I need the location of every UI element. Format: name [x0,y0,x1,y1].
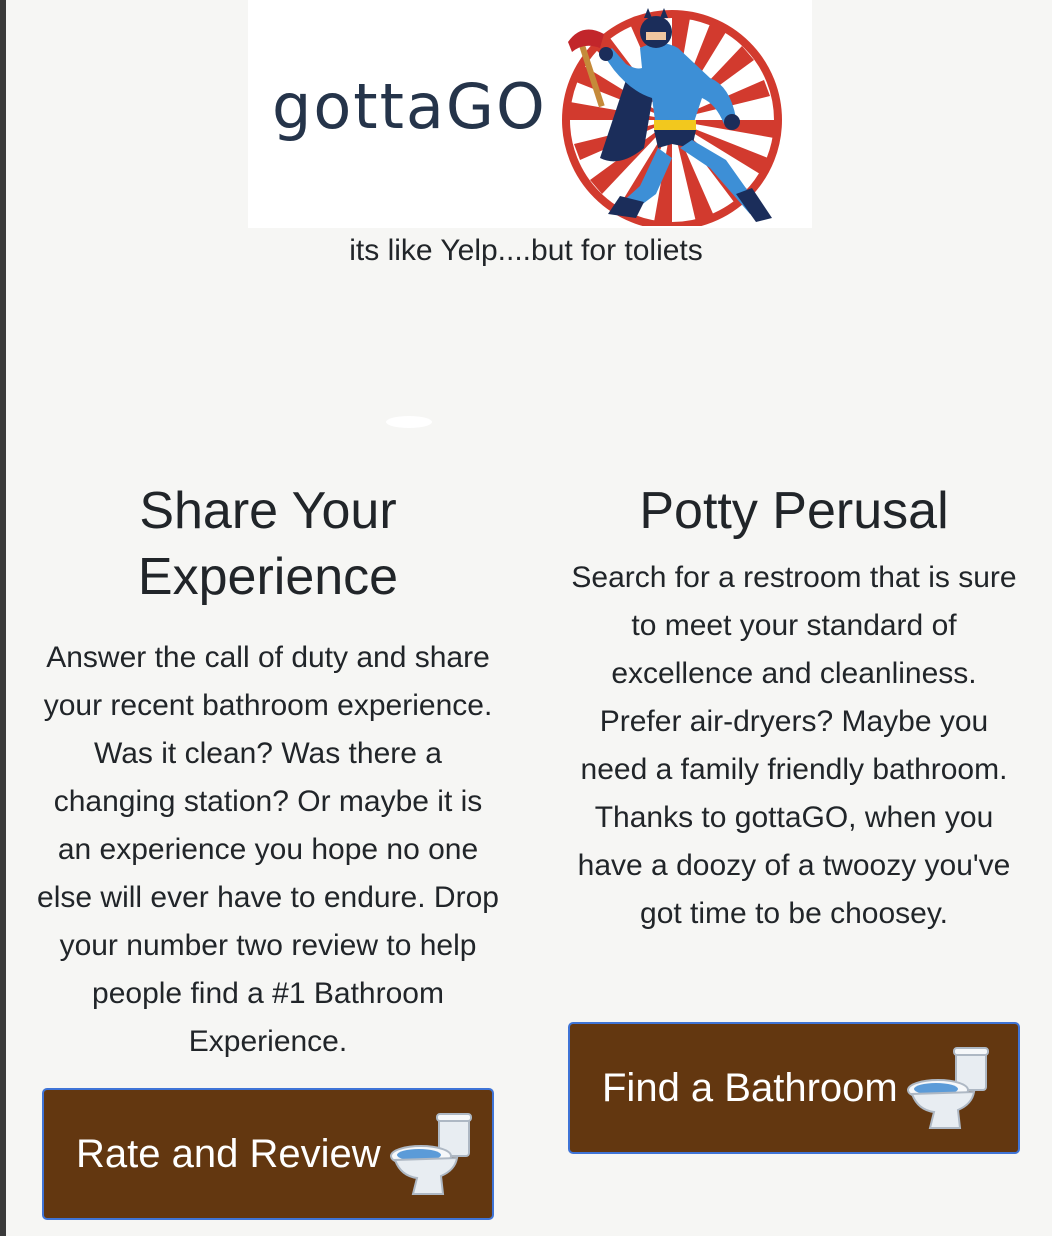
logo-wordmark: gottaGO [272,70,547,143]
toilet-icon [389,1113,472,1195]
toilet-icon [906,1047,989,1129]
plunger-hero-mascot-icon [562,8,782,226]
share-experience-section: Share Your Experience Answer the call of… [36,478,500,1066]
share-experience-title: Share Your Experience [137,482,399,606]
potty-perusal-description: Search for a restroom that is sure to me… [571,561,1017,930]
tagline: its like Yelp....but for toliets [349,234,703,267]
rate-and-review-label: Rate and Review [76,1132,381,1176]
share-experience-description: Answer the call of duty and share your r… [37,641,499,1058]
potty-perusal-section: Potty Perusal Search for a restroom that… [568,478,1020,938]
window-edge [0,0,6,1236]
rate-and-review-button[interactable]: Rate and Review [42,1088,494,1220]
find-a-bathroom-button[interactable]: Find a Bathroom [568,1022,1020,1154]
decorative-smudge [386,416,432,428]
potty-perusal-title: Potty Perusal [639,482,949,540]
find-a-bathroom-label: Find a Bathroom [602,1066,898,1110]
